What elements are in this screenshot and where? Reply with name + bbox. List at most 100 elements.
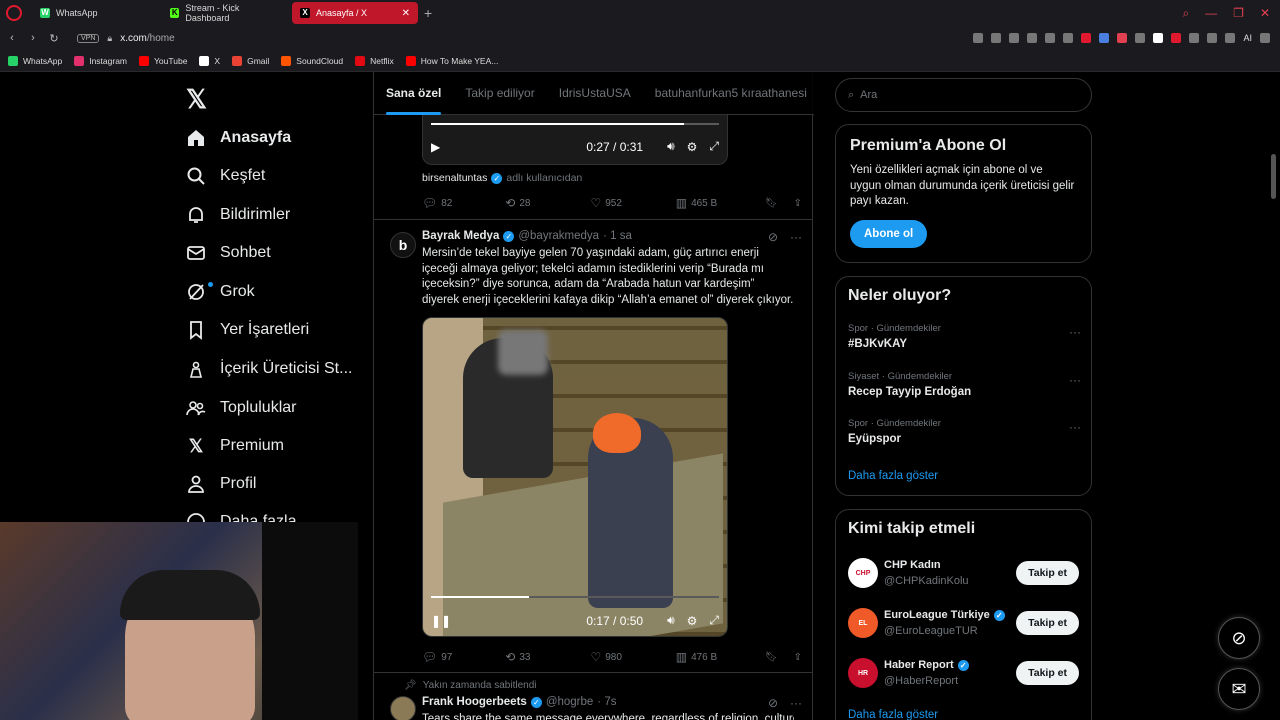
attribution-user[interactable]: birsenaltuntas	[422, 172, 487, 184]
extension-icon[interactable]	[1081, 33, 1092, 43]
trend-item[interactable]: Spor · Gündemdekiler Eyüpspor ···	[848, 418, 1081, 445]
grok-icon[interactable]: ⊘	[768, 230, 778, 244]
tab-for-you[interactable]: Sana özel	[374, 72, 453, 115]
share-icon[interactable]: ⇪	[794, 652, 802, 663]
pause-icon[interactable]: ❚❚	[431, 614, 451, 628]
tweet-author-name[interactable]: Bayrak Medya	[422, 230, 499, 242]
close-tab-icon[interactable]: ✕	[402, 8, 410, 19]
sidebar-item-communities[interactable]: Topluluklar	[186, 398, 296, 418]
follow-button[interactable]: Takip et	[1016, 561, 1079, 585]
messages-fab-button[interactable]: ✉	[1218, 668, 1260, 710]
bookmark-gmail[interactable]: Gmail	[232, 55, 269, 66]
reply-button[interactable]: 💬︎ 97	[422, 650, 505, 664]
bookmark-youtube[interactable]: YouTube	[139, 55, 187, 66]
close-window-button[interactable]: ✕	[1260, 6, 1270, 21]
more-options-icon[interactable]: ···	[1069, 373, 1081, 387]
bookmark-x[interactable]: X	[199, 55, 220, 66]
like-button[interactable]: ♡ 952	[590, 196, 675, 210]
share-icon[interactable]: ⇪	[794, 198, 802, 209]
ai-button[interactable]: AI	[1243, 33, 1252, 43]
search-tabs-icon[interactable]: ⌕	[1182, 6, 1189, 21]
forward-button[interactable]: ›	[24, 32, 42, 44]
reload-button[interactable]: ↻	[45, 32, 63, 45]
menu-icon[interactable]	[1260, 33, 1270, 43]
maximize-button[interactable]: ❐	[1233, 6, 1244, 21]
url-field[interactable]: x.com/home	[120, 33, 174, 44]
pin-icon[interactable]	[991, 33, 1002, 43]
extension-icon[interactable]	[1099, 33, 1110, 43]
more-options-icon[interactable]: ···	[1069, 325, 1081, 339]
trend-item[interactable]: Spor · Gündemdekiler #BJKvKAY ···	[848, 323, 1081, 350]
tweet-author-name[interactable]: Frank Hoogerbeets	[422, 696, 527, 708]
avatar[interactable]	[390, 696, 416, 720]
tweet-video[interactable]: ❚❚ 0:17 / 0:50 🔊︎ ⚙ ⤢	[422, 317, 728, 637]
sidebar-item-notifications[interactable]: Bildirimler	[186, 205, 290, 225]
grok-fab-button[interactable]: ⊘	[1218, 617, 1260, 659]
sidebar-item-home[interactable]: Anasayfa	[186, 128, 291, 148]
fullscreen-icon[interactable]: ⤢	[709, 139, 719, 154]
scrollbar[interactable]	[1271, 154, 1276, 199]
bookmark-icon[interactable]: 🔖︎	[765, 198, 778, 209]
video-progress-bar[interactable]	[431, 596, 719, 598]
more-options-icon[interactable]: ···	[790, 696, 802, 710]
volume-icon[interactable]: 🔊︎	[667, 139, 675, 154]
tweet-time[interactable]: · 1 sa	[603, 230, 632, 242]
sidebar-item-messages[interactable]: Sohbet	[186, 243, 271, 263]
extension-icon[interactable]	[1153, 33, 1164, 43]
search-input[interactable]: ⌕ Ara	[835, 78, 1092, 112]
subscribe-button[interactable]: Abone ol	[850, 219, 928, 248]
sidebar-item-creator-studio[interactable]: İçerik Üreticisi St...	[186, 359, 352, 379]
shield-icon[interactable]	[1027, 33, 1038, 43]
x-logo-icon[interactable]: 𝕏	[186, 84, 207, 115]
tweet-author-handle[interactable]: @bayrakmedya	[518, 230, 599, 242]
zoom-icon[interactable]	[973, 33, 984, 43]
vpn-badge[interactable]: VPN	[77, 33, 100, 43]
tweet-time[interactable]: · 7s	[597, 696, 616, 708]
tab-kick[interactable]: K Stream - Kick Dashboard	[162, 2, 288, 24]
adblock-icon[interactable]	[1171, 33, 1182, 43]
tweet-author-handle[interactable]: @hogrbe	[546, 696, 593, 708]
puzzle-icon[interactable]	[1189, 33, 1200, 43]
sidebar-item-premium[interactable]: 𝕏 Premium	[186, 436, 284, 456]
video-player[interactable]: ▶ 0:27 / 0:31 🔊︎ ⚙ ⤢	[422, 115, 728, 165]
settings-icon[interactable]: ⚙	[687, 140, 698, 154]
views-button[interactable]: ▥ 476 B	[676, 650, 765, 664]
minimize-button[interactable]: —	[1205, 6, 1217, 21]
send-icon[interactable]	[1045, 33, 1056, 43]
grok-icon[interactable]: ⊘	[768, 696, 778, 710]
follow-button[interactable]: Takip et	[1016, 661, 1079, 685]
opera-logo-icon[interactable]	[6, 5, 22, 21]
snapshot-icon[interactable]	[1009, 33, 1020, 43]
sidebar-item-bookmarks[interactable]: Yer İşaretleri	[186, 320, 309, 340]
bookmark-youtube-video[interactable]: How To Make YEA...	[405, 55, 498, 66]
profile-icon[interactable]	[1207, 33, 1218, 43]
volume-icon[interactable]: 🔊︎	[667, 613, 675, 628]
follow-suggestion[interactable]: HR Haber Report ✓ @HaberReport Takip et	[848, 657, 1079, 689]
bookmark-icon[interactable]: 🔖︎	[765, 652, 778, 663]
follow-suggestion[interactable]: EL EuroLeague Türkiye ✓ @EuroLeagueTUR Ta…	[848, 607, 1079, 639]
follow-suggestion[interactable]: CHP CHP Kadın @CHPKadinKolu Takip et	[848, 557, 1079, 589]
trend-item[interactable]: Siyaset · Gündemdekiler Recep Tayyip Erd…	[848, 371, 1081, 398]
tab-whatsapp[interactable]: W WhatsApp	[32, 2, 158, 24]
repost-button[interactable]: ⟲ 33	[505, 650, 590, 664]
heart-icon[interactable]	[1063, 33, 1074, 43]
tab-list-kiraathane[interactable]: batuhanfurkan5 kıraathanesi	[643, 72, 819, 115]
settings-icon[interactable]: ⚙	[687, 614, 698, 628]
bookmark-whatsapp[interactable]: WhatsApp	[8, 55, 62, 66]
new-tab-button[interactable]: +	[424, 5, 432, 21]
show-more-link[interactable]: Daha fazla göster	[848, 470, 938, 482]
show-more-link[interactable]: Daha fazla göster	[848, 709, 938, 720]
repost-button[interactable]: ⟲ 28	[505, 196, 590, 210]
back-button[interactable]: ‹	[3, 32, 21, 44]
lock-icon[interactable]: 🔒︎	[107, 33, 112, 44]
more-options-icon[interactable]: ···	[790, 230, 802, 244]
reply-button[interactable]: 💬︎ 82	[422, 196, 505, 210]
tab-following[interactable]: Takip ediliyor	[453, 72, 546, 115]
sidebar-item-profile[interactable]: Profil	[186, 474, 256, 494]
play-icon[interactable]: ▶	[431, 140, 440, 154]
tab-list-idrisusta[interactable]: IdrisUstaUSA	[547, 72, 643, 115]
avatar[interactable]: b	[390, 232, 416, 258]
more-options-icon[interactable]: ···	[1069, 420, 1081, 434]
extension-icon[interactable]	[1117, 33, 1128, 43]
sidebar-item-grok[interactable]: Grok	[186, 282, 255, 302]
